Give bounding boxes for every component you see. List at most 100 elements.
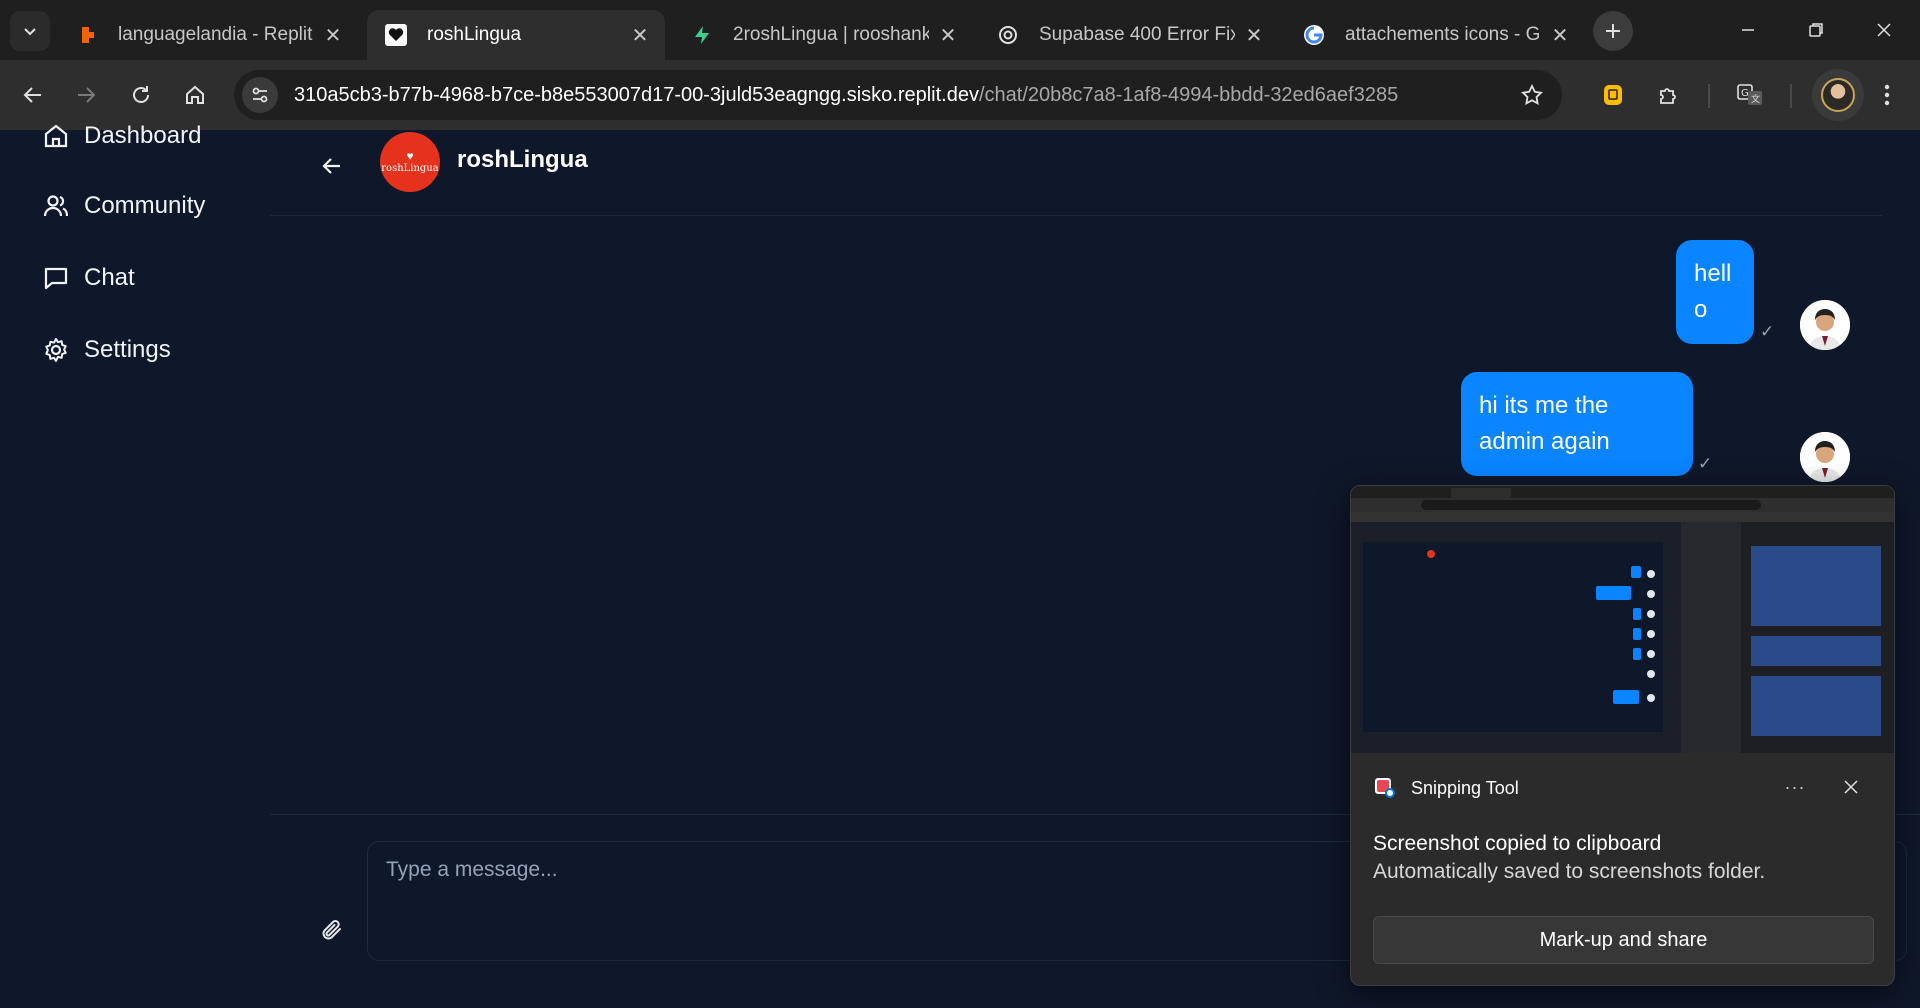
bookmark-star-icon[interactable] [1512,75,1552,115]
minimize-button[interactable] [1720,8,1776,52]
markup-share-button[interactable]: Mark-up and share [1373,916,1874,964]
tab-title: Supabase 400 Error Fix [1039,24,1235,45]
tab-title: languagelandia - Replit [118,24,313,45]
toolbar-divider [1708,84,1710,108]
url-path: /chat/20b8c7a8-1af8-4994-bbdd-32ed6aef32… [978,83,1399,106]
translate-button[interactable]: G文 [1729,74,1771,116]
close-icon[interactable]: ✕ [1549,24,1571,47]
contact-avatar: ♥ roshLingua [380,132,440,192]
sidebar-item-label: Dashboard [84,122,202,149]
extension-button[interactable] [1592,74,1634,116]
paperclip-icon [322,920,341,940]
close-icon[interactable]: ✕ [1243,24,1265,47]
browser-tab-bar: languagelandia - Replit ✕ roshLingua ✕ 2… [0,0,1920,60]
sidebar-item-settings[interactable]: Settings [42,336,171,364]
profile-avatar[interactable] [1812,69,1864,121]
check-icon: ✓ [1760,322,1775,341]
message-text-line: hi its me the [1479,392,1609,419]
plus-icon [1606,24,1620,38]
sender-avatar [1800,432,1850,482]
sidebar-item-label: Chat [84,264,135,291]
avatar [1821,78,1855,112]
check-icon: ✓ [1698,454,1713,473]
tab-roshlingua[interactable]: roshLingua ✕ [367,10,665,60]
arrow-left-icon [23,87,41,103]
tab-languagelandia[interactable]: languagelandia - Replit ✕ [58,10,358,60]
message-bubble[interactable]: hi its me the admin again [1461,372,1693,476]
minimize-icon [1742,29,1754,31]
openai-icon [997,24,1019,46]
back-button[interactable] [12,74,54,116]
snipping-tool-icon [1375,778,1395,798]
message-square-icon [44,267,68,290]
restore-icon [1809,23,1823,37]
contact-name: roshLingua [457,146,588,173]
tab-2roshlingua[interactable]: 2roshLingua | rooshankumar ✕ [673,10,973,60]
replit-icon [76,24,98,46]
sender-avatar [1800,300,1850,350]
toast-close-button[interactable] [1831,769,1871,805]
new-tab-button[interactable] [1593,11,1633,51]
person-icon [1800,432,1850,482]
snipping-tool-notification[interactable]: Snipping Tool ··· Screenshot copied to c… [1350,485,1895,986]
tab-google-search[interactable]: attachements icons - Google Search ✕ [1285,10,1585,60]
sidebar-item-label: Community [84,192,206,219]
supabase-icon [691,24,713,46]
puzzle-icon [1660,88,1676,104]
sidebar-item-community[interactable]: Community [42,192,205,220]
url-text[interactable]: 310a5cb3-b77b-4968-b7ce-b8e553007d17-00-… [294,84,1512,107]
toast-header: Snipping Tool [1373,776,1519,800]
tab-search-button[interactable] [10,11,50,51]
home-icon [44,124,68,148]
toast-app-name: Snipping Tool [1411,777,1519,798]
reload-button[interactable] [120,74,162,116]
toast-title: Screenshot copied to clipboard [1373,832,1662,855]
window-close-button[interactable] [1856,8,1912,52]
heart-icon: ♥ [406,149,414,163]
users-icon [43,195,69,217]
message-text-line: hell [1694,260,1732,287]
screenshot-preview-image [1351,486,1894,753]
message-bubble[interactable]: hell o [1676,240,1754,344]
browser-toolbar: 310a5cb3-b77b-4968-b7ce-b8e553007d17-00-… [0,60,1920,130]
svg-text:文: 文 [1751,93,1760,105]
tab-title: roshLingua [427,24,522,45]
extensions-menu-button[interactable] [1648,74,1690,116]
close-icon [1877,23,1891,37]
google-icon [1303,24,1325,46]
close-icon[interactable]: ✕ [937,24,959,47]
address-bar[interactable]: 310a5cb3-b77b-4968-b7ce-b8e553007d17-00-… [234,70,1562,120]
restore-button[interactable] [1788,8,1844,52]
more-vertical-icon [1884,84,1890,106]
home-icon [186,85,204,104]
screenshot-thumbnail[interactable] [1351,486,1894,753]
avatar-logo-text: roshLingua [381,163,439,174]
heart-icon [385,24,407,46]
close-icon[interactable]: ✕ [629,24,651,47]
sidebar-item-dashboard[interactable]: Dashboard [42,122,201,150]
forward-button[interactable] [65,74,107,116]
site-info-button[interactable] [242,77,278,113]
tune-icon [252,87,268,103]
toolbar-divider [1790,84,1792,108]
close-icon[interactable]: ✕ [322,24,344,47]
close-icon [1844,780,1858,794]
tab-supabase-error[interactable]: Supabase 400 Error Fix ✕ [979,10,1279,60]
person-icon [1800,300,1850,350]
app-sidebar: Dashboard Community Chat Settings [0,122,270,1008]
toast-more-button[interactable]: ··· [1775,769,1815,805]
home-button[interactable] [174,74,216,116]
back-to-chats-button[interactable] [310,144,354,188]
extension-badge-icon [1604,85,1622,105]
browser-menu-button[interactable] [1866,74,1908,116]
chat-header: ♥ roshLingua roshLingua [270,130,1882,216]
tab-title: 2roshLingua | rooshankumar [733,24,929,45]
message-text-line: admin again [1479,428,1610,455]
translate-icon: G文 [1737,84,1762,105]
sidebar-item-chat[interactable]: Chat [42,264,135,292]
sidebar-item-label: Settings [84,336,171,363]
chevron-down-icon [24,28,36,36]
svg-text:G: G [1741,88,1749,99]
attach-button[interactable] [310,908,354,952]
tab-title: attachements icons - Google Search [1345,24,1541,45]
